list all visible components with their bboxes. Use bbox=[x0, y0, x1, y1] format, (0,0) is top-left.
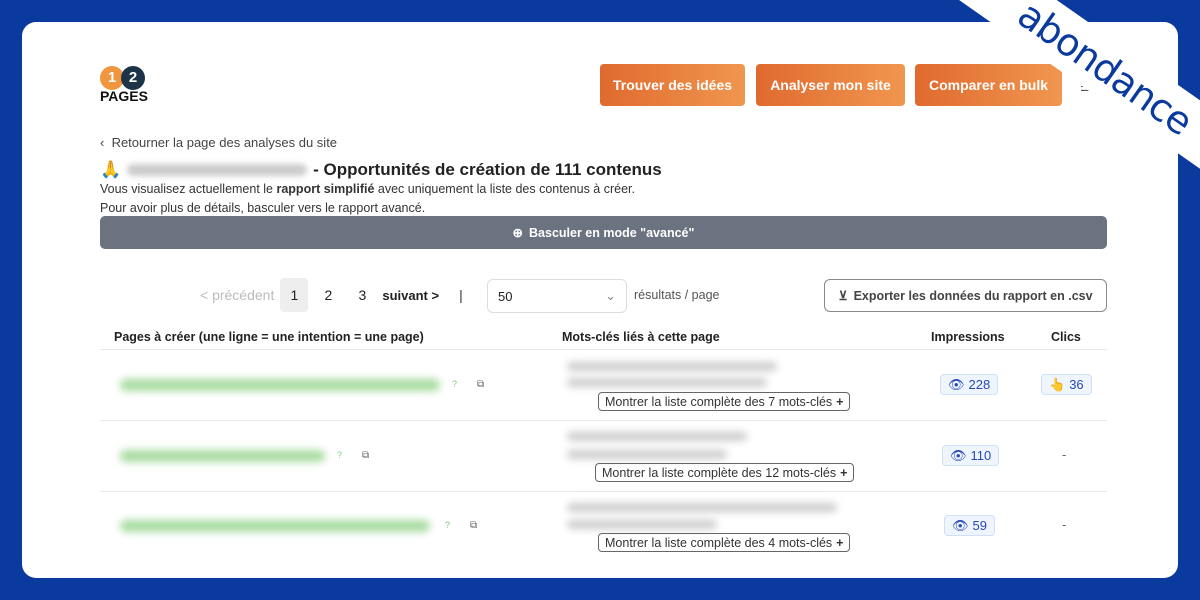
header-impressions[interactable]: Impressions bbox=[931, 330, 1005, 344]
chevron-left-icon: ‹ bbox=[100, 135, 112, 150]
clicks-badge: 👆 36 bbox=[1041, 374, 1092, 395]
copy-icon[interactable]: ⧉ bbox=[477, 379, 484, 390]
divider: | bbox=[459, 287, 463, 303]
export-csv-button[interactable]: ⊻ Exporter les données du rapport en .csv bbox=[824, 279, 1107, 312]
copy-icon[interactable]: ⧉ bbox=[362, 450, 369, 461]
description-line-1: Vous visualisez actuellement le rapport … bbox=[100, 182, 635, 196]
help-icon[interactable]: ? bbox=[337, 450, 342, 460]
per-page-select[interactable]: 50 ⌄ bbox=[487, 279, 627, 313]
back-link-label: Retourner la page des analyses du site bbox=[111, 135, 338, 150]
clicks-value: - bbox=[1062, 517, 1067, 532]
redacted-keywords bbox=[567, 362, 777, 371]
export-label: Exporter les données du rapport en .csv bbox=[853, 288, 1093, 303]
show-keywords-button[interactable]: Montrer la liste complète des 7 mots-clé… bbox=[598, 392, 851, 411]
impressions-badge: 👁 59 bbox=[944, 515, 995, 536]
toggle-advanced-button[interactable]: ⊕ Basculer en mode "avancé" bbox=[100, 216, 1107, 249]
chevron-down-icon: ⌄ bbox=[605, 288, 616, 303]
divider bbox=[100, 349, 1107, 350]
pointing-hand-icon: 👆 bbox=[1049, 376, 1066, 392]
per-page-label: résultats / page bbox=[634, 288, 720, 302]
per-page-value: 50 bbox=[498, 288, 513, 304]
toggle-label: Basculer en mode "avancé" bbox=[529, 225, 695, 240]
redacted-page bbox=[120, 520, 430, 532]
impressions-badge: 👁 228 bbox=[940, 374, 999, 395]
eye-icon: 👁 bbox=[948, 376, 965, 392]
page-2[interactable]: 2 bbox=[314, 278, 342, 312]
redacted-keywords bbox=[567, 432, 747, 441]
header-keywords: Mots-clés liés à cette page bbox=[562, 330, 720, 344]
pagination: < précédent 1 2 3 suivant > | bbox=[200, 278, 463, 312]
redacted-keywords bbox=[567, 378, 767, 387]
logo[interactable]: 12 PAGES bbox=[100, 66, 148, 104]
header-pages: Pages à créer (une ligne = une intention… bbox=[114, 330, 424, 344]
logo-text: PAGES bbox=[100, 88, 148, 104]
title-text: - Opportunités de création de 111 conten… bbox=[313, 160, 662, 179]
redacted-site bbox=[127, 164, 308, 176]
divider bbox=[100, 491, 1107, 492]
find-ideas-button[interactable]: Trouver des idées bbox=[600, 64, 745, 106]
show-keywords-button[interactable]: Montrer la liste complète des 12 mots-cl… bbox=[595, 463, 855, 482]
download-icon: ⊻ bbox=[838, 289, 848, 303]
redacted-keywords bbox=[567, 450, 727, 459]
page-3[interactable]: 3 bbox=[348, 278, 376, 312]
back-link[interactable]: ‹ Retourner la page des analyses du site bbox=[100, 135, 337, 150]
pray-icon: 🙏 bbox=[100, 160, 122, 179]
redacted-keywords bbox=[567, 520, 717, 529]
compare-bulk-button[interactable]: Comparer en bulk bbox=[915, 64, 1062, 106]
redacted-page bbox=[120, 450, 325, 462]
impressions-badge: 👁 110 bbox=[942, 445, 1000, 466]
logo-two: 2 bbox=[121, 66, 145, 90]
app-card: 12 PAGES Trouver des idées Analyser mon … bbox=[22, 22, 1178, 578]
next-page[interactable]: suivant > bbox=[382, 288, 439, 303]
prev-page[interactable]: < précédent bbox=[200, 287, 274, 303]
page-1[interactable]: 1 bbox=[280, 278, 309, 312]
eye-icon: 👁 bbox=[952, 517, 969, 533]
redacted-page bbox=[120, 379, 440, 391]
divider bbox=[100, 420, 1107, 421]
header-clicks[interactable]: Clics bbox=[1051, 330, 1081, 344]
clicks-value: - bbox=[1062, 447, 1067, 462]
copy-icon[interactable]: ⧉ bbox=[470, 520, 477, 531]
description-line-2: Pour avoir plus de détails, basculer ver… bbox=[100, 201, 426, 215]
page-title: 🙏 - Opportunités de création de 111 cont… bbox=[100, 160, 662, 180]
eye-icon: 👁 bbox=[950, 447, 967, 463]
help-icon[interactable]: ? bbox=[445, 520, 450, 530]
redacted-keywords bbox=[567, 503, 837, 512]
help-icon[interactable]: ? bbox=[452, 379, 457, 389]
analyze-site-button[interactable]: Analyser mon site bbox=[756, 64, 905, 106]
show-keywords-button[interactable]: Montrer la liste complète des 4 mots-clé… bbox=[598, 533, 851, 552]
zoom-plus-icon: ⊕ bbox=[512, 226, 524, 240]
